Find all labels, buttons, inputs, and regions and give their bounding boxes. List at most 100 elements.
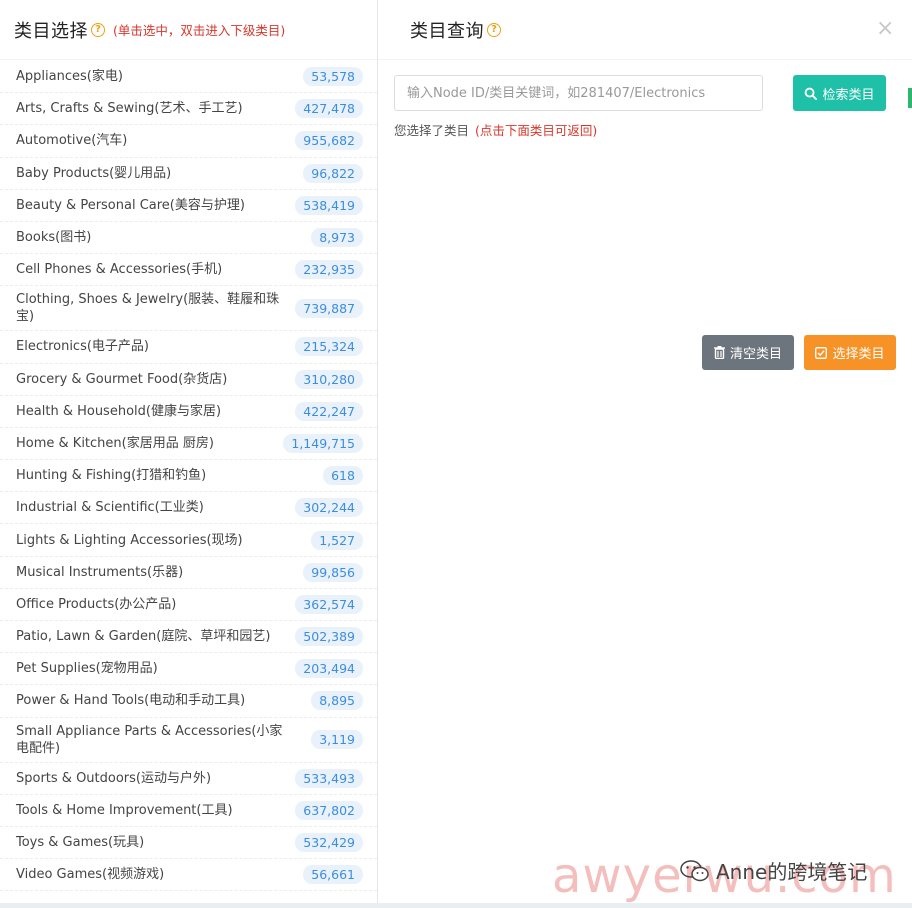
category-count-badge: 8,895: [311, 691, 363, 711]
check-square-icon: [815, 346, 828, 359]
category-item[interactable]: Pet Supplies(宠物用品) 203,494: [0, 653, 377, 686]
question-circle-icon[interactable]: ?: [91, 22, 105, 37]
category-label: Cell Phones & Accessories(手机): [16, 262, 223, 278]
category-label: Books(图书): [16, 230, 92, 246]
wechat-icon: [680, 859, 709, 881]
clear-category-button[interactable]: 清空类目: [702, 335, 794, 370]
category-count-badge: 427,478: [295, 99, 363, 119]
category-count-badge: 637,802: [295, 800, 363, 820]
category-label: Electronics(电子产品): [16, 339, 149, 355]
category-label: Toys & Games(玩具): [16, 835, 145, 851]
search-row: 检索类目: [394, 75, 899, 111]
select-category-button[interactable]: 选择类目: [804, 335, 896, 370]
category-label: Pet Supplies(宠物用品): [16, 661, 158, 677]
category-label: Health & Household(健康与家居): [16, 403, 222, 419]
selected-text: 您选择了类目: [394, 123, 470, 138]
category-label: Lights & Lighting Accessories(现场): [16, 532, 243, 548]
search-input[interactable]: [394, 75, 763, 111]
category-label: Grocery & Gourmet Food(杂货店): [16, 371, 228, 387]
category-item[interactable]: Arts, Crafts & Sewing(艺术、手工艺) 427,478: [0, 93, 377, 126]
category-count-badge: 618: [323, 466, 363, 486]
category-item[interactable]: Office Products(办公产品) 362,574: [0, 589, 377, 621]
search-icon: [805, 87, 818, 100]
category-label: Musical Instruments(乐器): [16, 564, 184, 580]
panel-title: 类目选择: [14, 20, 88, 42]
category-count-badge: 533,493: [295, 768, 363, 788]
trash-icon: [713, 346, 725, 359]
category-count-badge: 99,856: [303, 562, 363, 582]
category-item[interactable]: Lights & Lighting Accessories(现场) 1,527: [0, 524, 377, 557]
category-query-panel: 类目查询 ? × 检索类目 您选择了类目 (点击下面类目可返回) 清空类目 选择…: [379, 0, 912, 903]
category-count-badge: 532,429: [295, 833, 363, 853]
category-count-badge: 538,419: [295, 195, 363, 215]
category-list: Appliances(家电) 53,578 Arts, Crafts & Sewin…: [0, 61, 377, 892]
category-count-badge: 739,887: [295, 298, 363, 318]
category-label: Office Products(办公产品): [16, 596, 177, 612]
category-item[interactable]: Small Appliance Parts & Accessories(小家电配…: [0, 718, 377, 763]
category-item[interactable]: Power & Hand Tools(电动和手动工具) 8,895: [0, 685, 377, 718]
panel-title: 类目查询: [410, 20, 484, 42]
category-count-badge: 56,661: [303, 865, 363, 885]
close-icon[interactable]: ×: [876, 18, 894, 40]
clear-button-label: 清空类目: [729, 347, 782, 362]
category-count-badge: 302,244: [295, 498, 363, 518]
wechat-label: Anne的跨境笔记: [716, 860, 868, 884]
category-label: Clothing, Shoes & Jewelry(服装、鞋履和珠宝): [16, 292, 280, 325]
category-item[interactable]: Cell Phones & Accessories(手机) 232,935: [0, 254, 377, 287]
category-item[interactable]: Industrial & Scientific(工业类) 302,244: [0, 492, 377, 525]
category-count-badge: 310,280: [295, 369, 363, 389]
category-item[interactable]: Beauty & Personal Care(美容与护理) 538,419: [0, 190, 377, 222]
category-item[interactable]: Toys & Games(玩具) 532,429: [0, 827, 377, 860]
category-label: Appliances(家电): [16, 69, 123, 85]
category-item[interactable]: Books(图书) 8,973: [0, 222, 377, 255]
select-button-label: 选择类目: [832, 347, 885, 362]
category-count-badge: 232,935: [295, 260, 363, 280]
category-item[interactable]: Clothing, Shoes & Jewelry(服装、鞋履和珠宝) 739,8…: [0, 286, 377, 332]
category-count-badge: 422,247: [295, 401, 363, 421]
return-hint: (点击下面类目可返回): [475, 123, 598, 138]
left-panel-header: 类目选择 ? (单击选中，双击进入下级类目): [0, 0, 377, 60]
edge-accent: [908, 88, 912, 108]
category-count-badge: 502,389: [295, 627, 363, 647]
category-item[interactable]: Sports & Outdoors(运动与户外) 533,493: [0, 763, 377, 795]
category-count-badge: 53,578: [303, 67, 363, 87]
category-label: Automotive(汽车): [16, 133, 128, 149]
bottom-strip: [0, 903, 912, 908]
category-label: Industrial & Scientific(工业类): [16, 500, 204, 516]
category-label: Video Games(视频游戏): [16, 867, 165, 883]
category-item[interactable]: Patio, Lawn & Garden(庭院、草坪和园艺) 502,389: [0, 621, 377, 654]
category-count-badge: 955,682: [295, 131, 363, 151]
wechat-watermark: Anne的跨境笔记: [680, 856, 867, 885]
category-label: Hunting & Fishing(打猎和钓鱼): [16, 468, 207, 484]
category-item[interactable]: Health & Household(健康与家居) 422,247: [0, 396, 377, 428]
category-count-badge: 1,527: [311, 530, 363, 550]
category-count-badge: 203,494: [295, 659, 363, 679]
category-label: Sports & Outdoors(运动与户外): [16, 770, 212, 786]
category-item[interactable]: Appliances(家电) 53,578: [0, 61, 377, 94]
category-item[interactable]: Tools & Home Improvement(工具) 637,802: [0, 795, 377, 827]
category-label: Patio, Lawn & Garden(庭院、草坪和园艺): [16, 629, 271, 645]
category-label: Beauty & Personal Care(美容与护理): [16, 197, 245, 213]
selection-hint: (单击选中，双击进入下级类目): [113, 23, 286, 38]
category-item[interactable]: Hunting & Fishing(打猎和钓鱼) 618: [0, 460, 377, 493]
question-circle-icon[interactable]: ?: [487, 22, 501, 37]
category-item[interactable]: Electronics(电子产品) 215,324: [0, 331, 377, 364]
category-item[interactable]: Grocery & Gourmet Food(杂货店) 310,280: [0, 364, 377, 396]
search-button[interactable]: 检索类目: [793, 75, 886, 111]
category-label: Tools & Home Improvement(工具): [16, 802, 233, 818]
search-button-label: 检索类目: [822, 87, 875, 103]
category-item[interactable]: Baby Products(婴儿用品) 96,822: [0, 158, 377, 190]
category-count-badge: 362,574: [295, 594, 363, 614]
category-item[interactable]: Musical Instruments(乐器) 99,856: [0, 557, 377, 589]
category-count-badge: 96,822: [303, 163, 363, 183]
selected-category-line: 您选择了类目 (点击下面类目可返回): [394, 120, 597, 139]
right-panel-header: 类目查询 ?: [379, 0, 912, 60]
category-label: Baby Products(婴儿用品): [16, 165, 172, 181]
category-item[interactable]: Automotive(汽车) 955,682: [0, 125, 377, 158]
category-count-badge: 215,324: [295, 337, 363, 357]
category-select-panel: 类目选择 ? (单击选中，双击进入下级类目) Appliances(家电) 53,…: [0, 0, 378, 903]
category-item[interactable]: Video Games(视频游戏) 56,661: [0, 859, 377, 892]
category-item[interactable]: Home & Kitchen(家居用品 厨房) 1,149,715: [0, 428, 377, 461]
category-count-badge: 8,973: [311, 228, 363, 248]
category-label: Power & Hand Tools(电动和手动工具): [16, 693, 246, 709]
